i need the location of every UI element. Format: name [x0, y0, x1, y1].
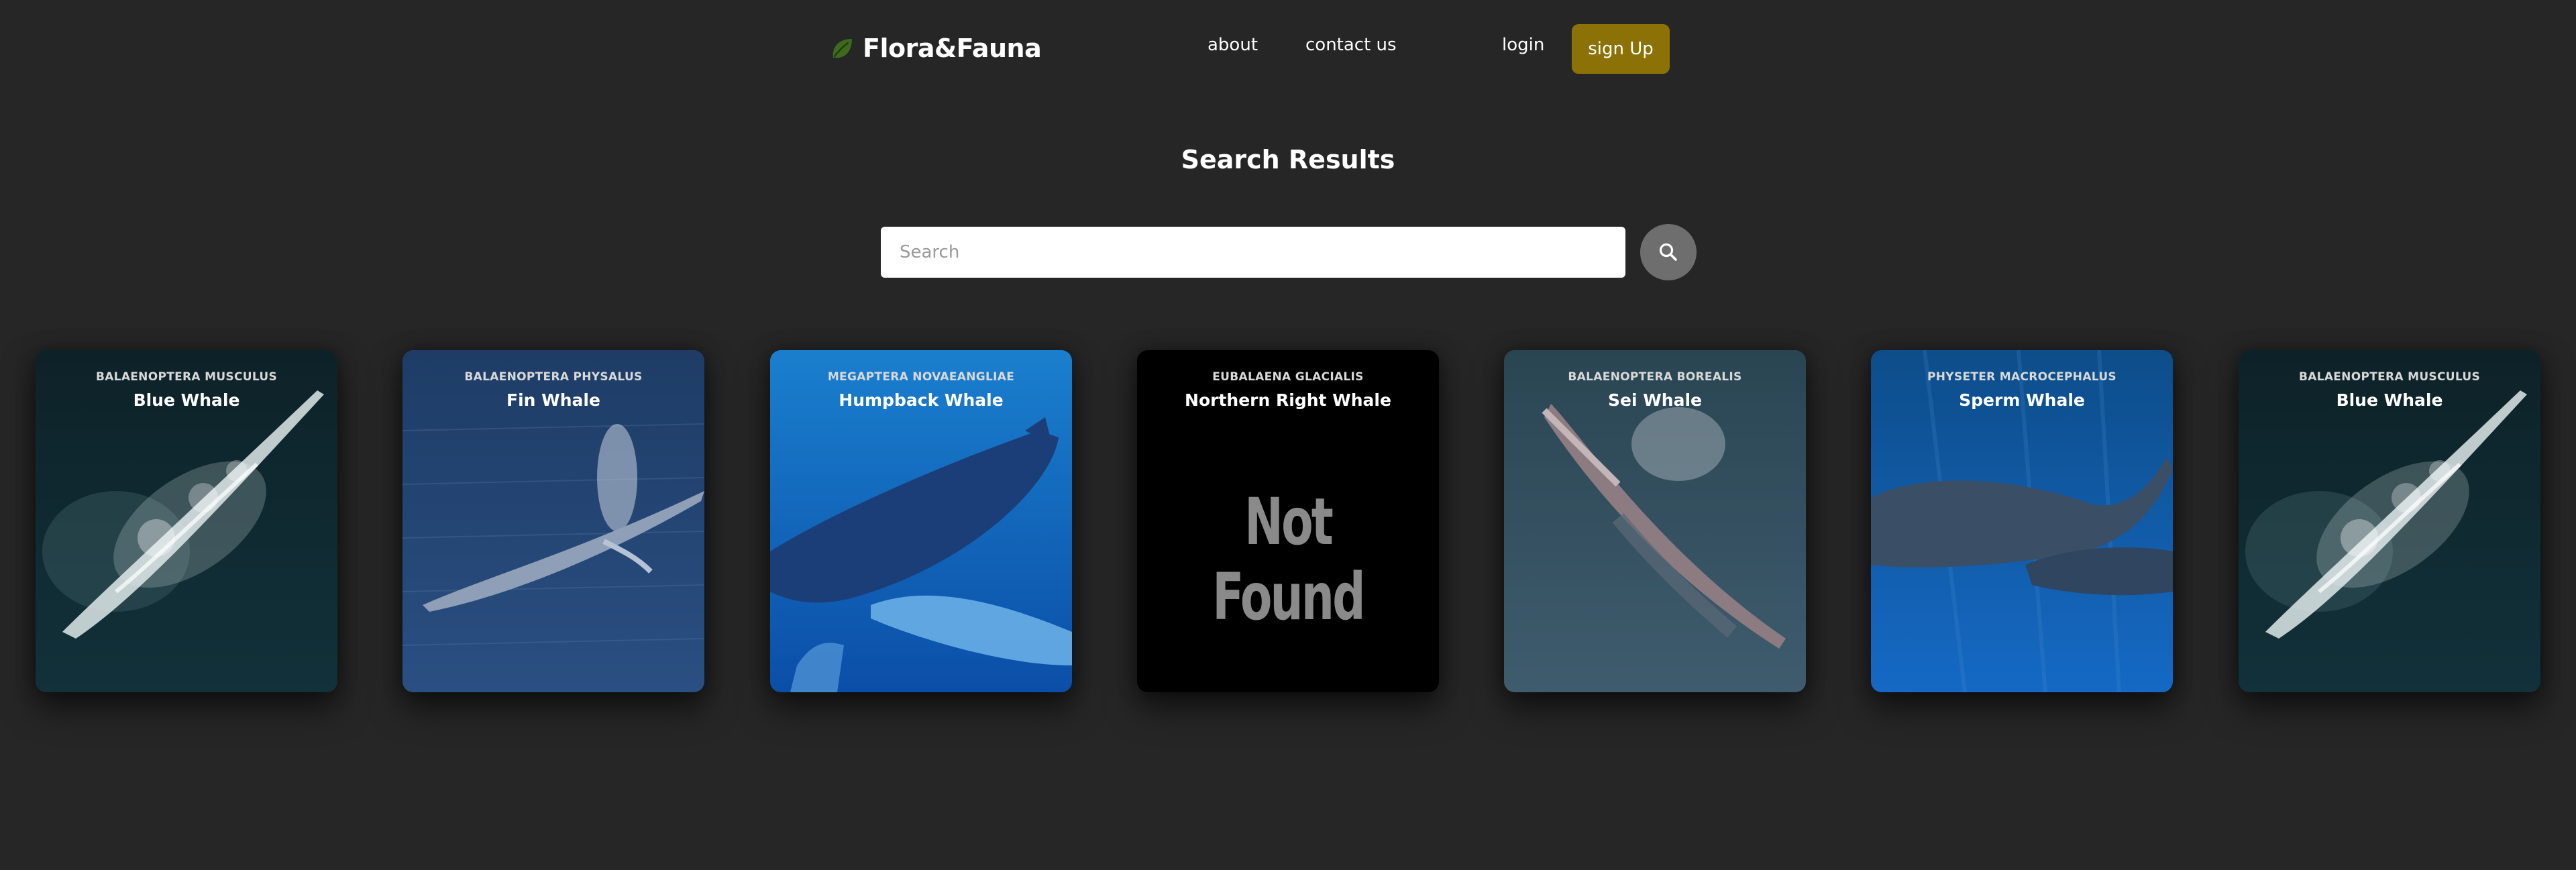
scientific-name: BALAENOPTERA MUSCULUS	[95, 370, 278, 384]
leaf-icon	[833, 39, 852, 58]
common-name: Fin Whale	[506, 390, 600, 410]
common-name: Northern Right Whale	[1185, 390, 1391, 410]
result-card-northern-right-whale[interactable]: EUBALAENA GLACIALIS Northern Right Whale…	[1137, 350, 1439, 692]
result-card-fin-whale[interactable]: BALAENOPTERA PHYSALUS Fin Whale	[402, 350, 704, 692]
brand-logo-link[interactable]: Flora&Fauna	[829, 30, 1042, 67]
brand-name: Flora&Fauna	[863, 34, 1042, 63]
scientific-name: MEGAPTERA NOVAEANGLIAE	[827, 370, 1015, 384]
page-title: Search Results	[1181, 145, 1395, 174]
result-card-blue-whale-2[interactable]: BALAENOPTERA MUSCULUS Blue Whale	[2239, 350, 2540, 692]
nav-login-link[interactable]: login	[1502, 35, 1544, 55]
result-card-humpback-whale[interactable]: MEGAPTERA NOVAEANGLIAE Humpback Whale	[770, 350, 1072, 692]
common-name: Blue Whale	[133, 390, 240, 410]
scientific-name: BALAENOPTERA MUSCULUS	[2298, 370, 2481, 384]
scientific-name: PHYSETER MACROCEPHALUS	[1927, 370, 2116, 384]
result-card-sperm-whale[interactable]: PHYSETER MACROCEPHALUS Sperm Whale	[1871, 350, 2173, 692]
search-input[interactable]	[881, 227, 1625, 278]
result-card-blue-whale[interactable]: BALAENOPTERA MUSCULUS Blue Whale	[36, 350, 337, 692]
image-not-found-placeholder: Not Found	[1212, 484, 1365, 635]
scientific-name: BALAENOPTERA BOREALIS	[1568, 370, 1742, 384]
common-name: Blue Whale	[2336, 390, 2443, 410]
scientific-name: EUBALAENA GLACIALIS	[1212, 370, 1364, 384]
search-button[interactable]	[1640, 224, 1697, 280]
common-name: Sei Whale	[1607, 390, 1702, 410]
common-name: Sperm Whale	[1959, 390, 2085, 410]
scientific-name: BALAENOPTERA PHYSALUS	[464, 370, 643, 384]
signup-button[interactable]: sign Up	[1572, 24, 1670, 74]
search-icon	[1659, 243, 1677, 261]
site-header: Flora&Fauna about contact us login sign …	[0, 0, 2576, 101]
common-name: Humpback Whale	[839, 390, 1004, 410]
nav-contact-link[interactable]: contact us	[1305, 35, 1397, 55]
nav-about-link[interactable]: about	[1208, 35, 1258, 55]
result-card-sei-whale[interactable]: BALAENOPTERA BOREALIS Sei Whale	[1504, 350, 1806, 692]
